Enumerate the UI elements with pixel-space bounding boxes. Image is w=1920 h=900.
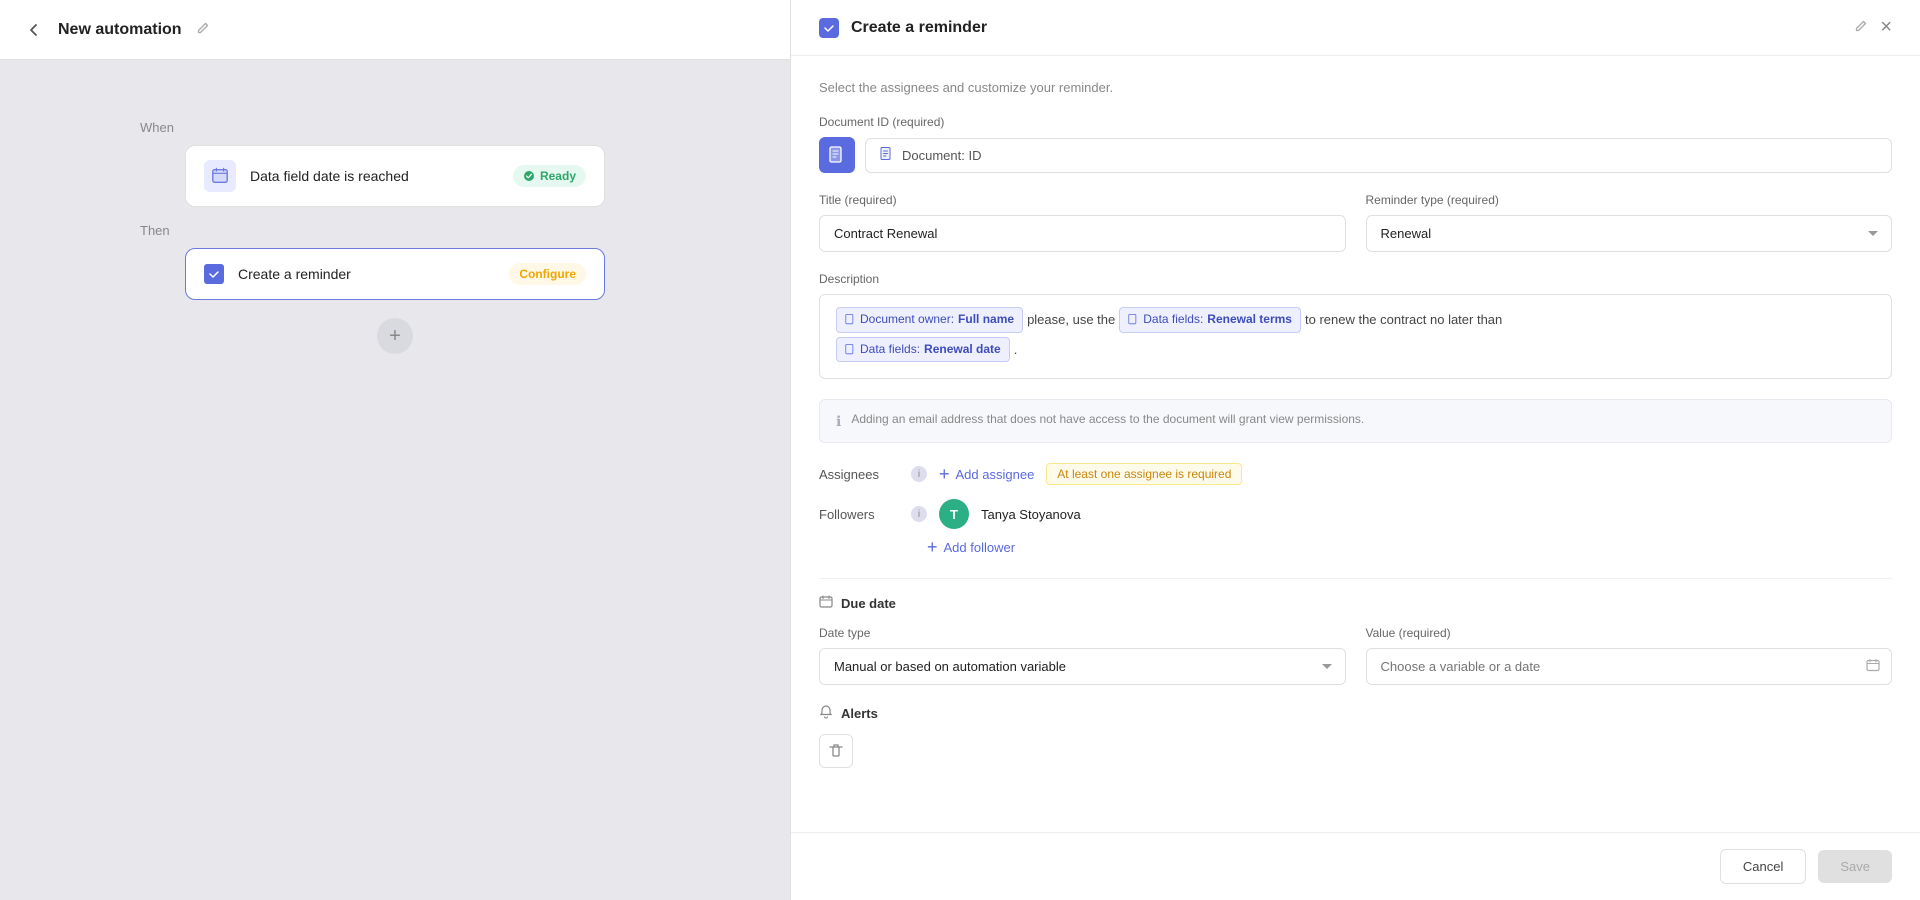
reminder-type-group: Reminder type (required) Renewal — [1366, 193, 1893, 252]
then-configure-badge: Configure — [509, 263, 586, 285]
top-bar: New automation — [0, 0, 790, 60]
add-assignee-button[interactable]: + Add assignee — [939, 464, 1034, 485]
desc-plain-3: . — [1014, 338, 1018, 361]
title-field-group: Title (required) — [819, 193, 1346, 252]
panel-edit-button[interactable] — [1854, 19, 1868, 36]
renewal-date-chip: Data fields: Renewal date — [836, 337, 1010, 363]
add-assignee-plus-icon: + — [939, 464, 950, 485]
add-follower-row: + Add follower — [927, 537, 1892, 558]
back-button[interactable] — [20, 16, 48, 44]
add-follower-button[interactable]: + Add follower — [927, 537, 1015, 558]
calendar-input-icon — [1866, 658, 1880, 675]
title-type-row: Title (required) Reminder type (required… — [819, 193, 1892, 252]
assignees-info-icon: i — [911, 466, 927, 482]
panel-footer: Cancel Save — [791, 832, 1920, 900]
info-box: ℹ Adding an email address that does not … — [819, 399, 1892, 443]
alerts-label: Alerts — [841, 706, 878, 721]
when-card-icon — [204, 160, 236, 192]
followers-row: Followers i T Tanya Stoyanova — [819, 499, 1892, 529]
date-type-group: Date type Manual or based on automation … — [819, 626, 1346, 685]
desc-plain-1: please, use the — [1027, 308, 1115, 331]
add-step-button[interactable]: + — [377, 318, 413, 354]
desc-plain-2: to renew the contract no later than — [1305, 308, 1502, 331]
description-box[interactable]: Document owner: Full name please, use th… — [819, 294, 1892, 379]
doc-id-row: Document: ID — [819, 137, 1892, 173]
then-card-checkbox — [204, 264, 224, 284]
page-title: New automation — [58, 21, 182, 39]
assignees-row: Assignees i + Add assignee At least one … — [819, 463, 1892, 485]
reminder-type-label: Reminder type (required) — [1366, 193, 1893, 207]
add-follower-label: Add follower — [944, 540, 1016, 555]
add-follower-plus-icon: + — [927, 537, 938, 558]
description-row-2: Data fields: Renewal date . — [836, 337, 1875, 363]
when-label: When — [140, 120, 174, 135]
reminder-type-select[interactable]: Renewal — [1366, 215, 1893, 252]
value-group: Value (required) — [1366, 626, 1893, 685]
description-label: Description — [819, 272, 1892, 286]
when-card-text: Data field date is reached — [250, 168, 499, 184]
panel-subtitle: Select the assignees and customize your … — [819, 80, 1892, 95]
then-label: Then — [140, 223, 170, 238]
when-card: Data field date is reached Ready — [185, 145, 605, 207]
when-ready-badge: Ready — [513, 165, 586, 187]
description-row-1: Document owner: Full name please, use th… — [836, 307, 1875, 333]
followers-label: Followers — [819, 507, 899, 522]
title-label: Title (required) — [819, 193, 1346, 207]
save-button[interactable]: Save — [1818, 850, 1892, 883]
right-panel: Create a reminder × Select the assignees… — [790, 0, 1920, 900]
renewal-terms-chip: Data fields: Renewal terms — [1119, 307, 1301, 333]
edit-title-button[interactable] — [192, 19, 214, 40]
then-card: Create a reminder Configure — [185, 248, 605, 300]
left-panel: New automation When Data field date is r… — [0, 0, 790, 900]
value-input[interactable] — [1366, 648, 1893, 685]
alerts-header: Alerts — [819, 705, 1892, 722]
trash-button[interactable] — [819, 734, 853, 768]
date-type-label: Date type — [819, 626, 1346, 640]
value-label: Value (required) — [1366, 626, 1893, 640]
info-icon: ℹ — [836, 413, 841, 430]
doc-icon-button[interactable] — [819, 137, 855, 173]
doc-owner-chip: Document owner: Full name — [836, 307, 1023, 333]
alerts-section: Alerts — [819, 705, 1892, 768]
date-type-value-row: Date type Manual or based on automation … — [819, 626, 1892, 685]
due-date-label: Due date — [841, 596, 896, 611]
then-card-text: Create a reminder — [238, 266, 495, 282]
assignee-warning-badge: At least one assignee is required — [1046, 463, 1242, 485]
add-assignee-label: Add assignee — [956, 467, 1035, 482]
due-date-header: Due date — [819, 595, 1892, 612]
bell-icon — [819, 705, 833, 722]
panel-title: Create a reminder — [851, 19, 1842, 37]
info-text: Adding an email address that does not ha… — [851, 412, 1364, 426]
assignees-label: Assignees — [819, 467, 899, 482]
title-input[interactable] — [819, 215, 1346, 252]
divider-1 — [819, 578, 1892, 579]
description-section: Description Document owner: Full name pl… — [819, 272, 1892, 379]
due-date-section: Due date Date type Manual or based on au… — [819, 595, 1892, 685]
doc-id-field[interactable]: Document: ID — [865, 138, 1892, 173]
panel-header: Create a reminder × — [791, 0, 1920, 56]
date-type-select[interactable]: Manual or based on automation variable — [819, 648, 1346, 685]
cancel-button[interactable]: Cancel — [1720, 849, 1806, 884]
panel-body: Select the assignees and customize your … — [791, 56, 1920, 832]
canvas-area: When Data field date is reached Ready Th… — [0, 60, 790, 900]
follower-name: Tanya Stoyanova — [981, 507, 1081, 522]
calendar-icon — [819, 595, 833, 612]
avatar: T — [939, 499, 969, 529]
doc-id-value: Document: ID — [902, 148, 981, 163]
panel-close-button[interactable]: × — [1880, 16, 1892, 39]
doc-id-label: Document ID (required) — [819, 115, 1892, 129]
doc-field-icon — [880, 147, 894, 164]
followers-info-icon: i — [911, 506, 927, 522]
panel-checkbox — [819, 18, 839, 38]
value-input-wrapper — [1366, 648, 1893, 685]
